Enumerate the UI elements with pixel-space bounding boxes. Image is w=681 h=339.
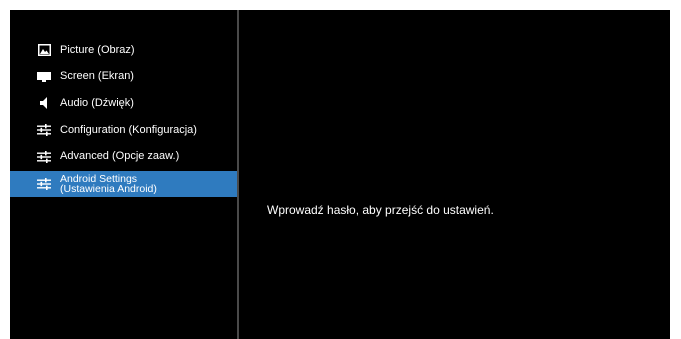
menu-item-label-line2: (Ustawienia Android) [60,182,157,195]
picture-icon [37,44,51,57]
menu-item-label: Android Settings (Ustawienia Android) [60,174,157,195]
settings-menu: Picture (Obraz) Screen (Ekran) Audio (Dź… [10,37,237,197]
settings-sidebar: Picture (Obraz) Screen (Ekran) Audio (Dź… [10,10,237,339]
menu-item-label: Configuration (Konfiguracja) [60,123,197,136]
menu-item-label: Audio (Dźwięk) [60,96,134,109]
password-prompt-message: Wprowadź hasło, aby przejść do ustawień. [267,203,494,217]
sliders-icon [37,124,51,137]
menu-item-label: Advanced (Opcje zaaw.) [60,150,180,163]
sliders-icon [37,150,51,163]
speaker-icon [37,97,51,110]
menu-item-label: Screen (Ekran) [60,70,134,83]
osd-screen: Picture (Obraz) Screen (Ekran) Audio (Dź… [10,10,670,339]
menu-item-label: Picture (Obraz) [60,43,135,56]
menu-item-picture[interactable]: Picture (Obraz) [10,37,237,64]
menu-item-configuration[interactable]: Configuration (Konfiguracja) [10,117,237,144]
screen-icon [37,71,51,83]
menu-item-advanced[interactable]: Advanced (Opcje zaaw.) [10,143,237,170]
menu-item-audio[interactable]: Audio (Dźwięk) [10,90,237,117]
menu-item-android-settings[interactable]: Android Settings (Ustawienia Android) [10,170,237,197]
sliders-icon [37,177,51,190]
settings-content-panel: Wprowadź hasło, aby przejść do ustawień. [239,10,670,339]
menu-item-screen[interactable]: Screen (Ekran) [10,64,237,91]
